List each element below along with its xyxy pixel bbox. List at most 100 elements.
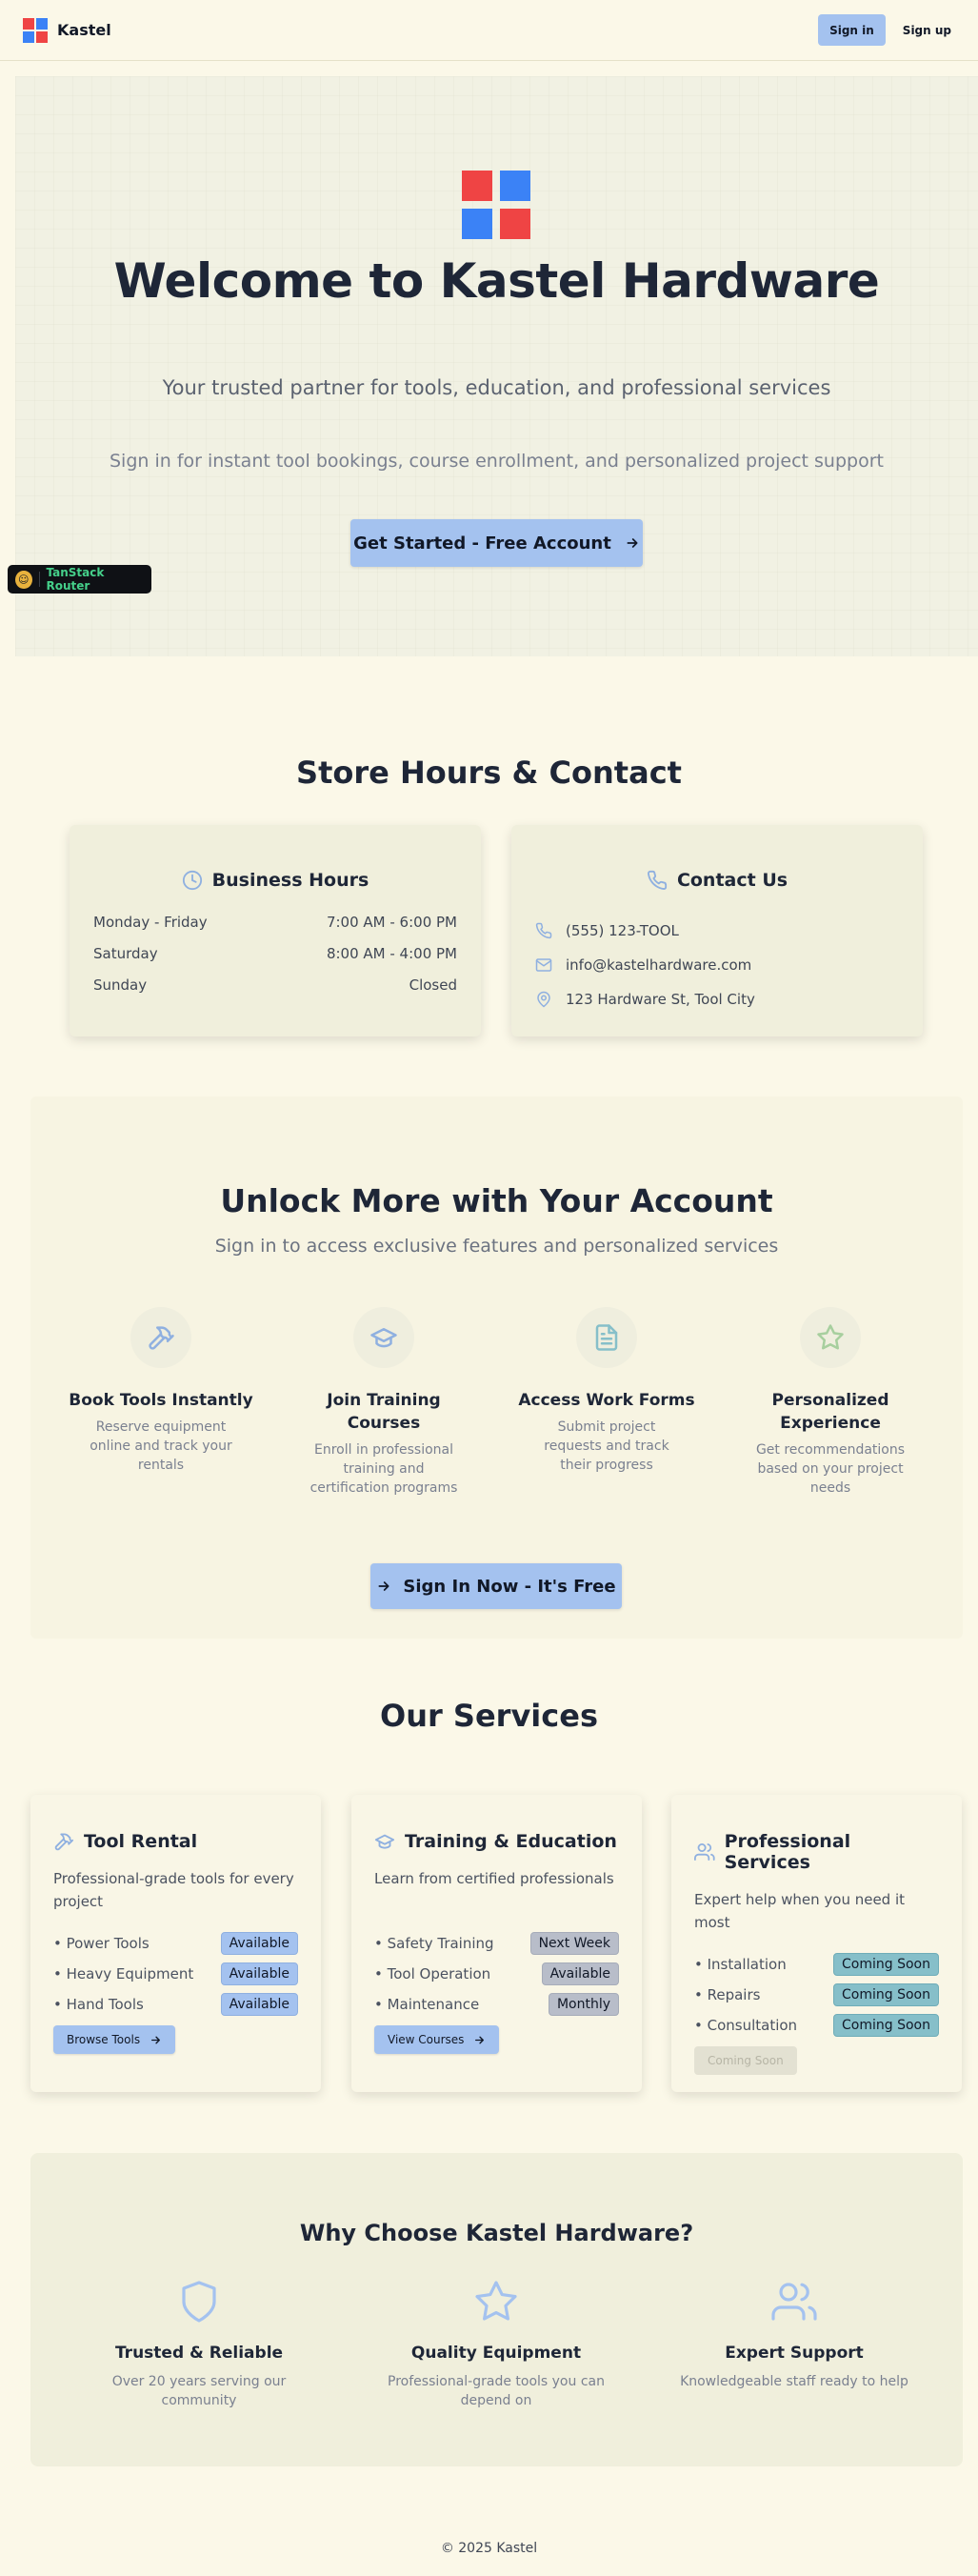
service-item-label: • Tool Operation	[374, 1965, 491, 1982]
service-item: • Safety Training Next Week	[374, 1928, 619, 1959]
phone-icon	[647, 870, 668, 890]
arrow-right-icon	[378, 1581, 389, 1591]
hours-day: Saturday	[93, 945, 158, 962]
feature-personalized: Personalized Experience Get recommendati…	[735, 1307, 926, 1498]
feature-title: Book Tools Instantly	[69, 1391, 253, 1410]
feature-icon-circle	[353, 1307, 414, 1368]
business-hours-card: Business Hours Monday - Friday 7:00 AM -…	[70, 825, 481, 1036]
graduation-cap-icon	[374, 1834, 395, 1849]
service-header: Training & Education	[374, 1831, 619, 1852]
why-item-trusted: Trusted & Reliable Over 20 years serving…	[56, 2279, 342, 2410]
sign-in-now-label: Sign In Now - It's Free	[403, 1576, 616, 1597]
hours-time: 8:00 AM - 4:00 PM	[326, 945, 457, 962]
contact-email-row[interactable]: info@kastelhardware.com	[535, 948, 899, 982]
why-item-title: Expert Support	[725, 2344, 864, 2363]
feature-title: Join Training Courses	[327, 1391, 441, 1433]
sign-up-button[interactable]: Sign up	[899, 24, 955, 37]
kastel-logo-icon	[23, 17, 48, 43]
hero-section: Welcome to Kastel Hardware Your trusted …	[15, 76, 978, 656]
service-item-label: • Consultation	[694, 2017, 798, 2034]
hours-day: Monday - Friday	[93, 914, 208, 931]
service-item-label: • Maintenance	[374, 1996, 480, 2013]
service-item: • Installation Coming Soon	[694, 1949, 939, 1980]
service-item-label: • Safety Training	[374, 1935, 494, 1952]
status-badge: Available	[220, 1962, 298, 1985]
status-badge: Available	[541, 1962, 619, 1985]
service-item-label: • Repairs	[694, 1986, 761, 2003]
footer-copyright: © 2025 Kastel	[440, 2541, 538, 2556]
status-badge: Coming Soon	[833, 2014, 939, 2037]
feature-book-tools: Book Tools Instantly Reserve equipment o…	[66, 1307, 256, 1475]
feature-work-forms: Access Work Forms Submit project request…	[511, 1307, 702, 1475]
service-title: Training & Education	[405, 1831, 617, 1852]
site-header: Kastel Sign in Sign up	[0, 0, 978, 61]
feature-description: Submit project requests and track their …	[544, 1419, 669, 1473]
why-item-description: Over 20 years serving our community	[111, 2374, 287, 2408]
service-card-tool-rental: Tool Rental Professional-grade tools for…	[30, 1795, 321, 2092]
star-icon	[475, 2281, 517, 2321]
hero-subtitle: Your trusted partner for tools, educatio…	[162, 376, 831, 399]
brand[interactable]: Kastel	[23, 17, 111, 43]
sign-in-button[interactable]: Sign in	[818, 14, 886, 46]
service-item: • Maintenance Monthly	[374, 1989, 619, 2020]
brand-name: Kastel	[57, 21, 111, 39]
get-started-button[interactable]: Get Started - Free Account	[350, 519, 643, 567]
clock-icon	[182, 870, 202, 891]
service-item: • Tool Operation Available	[374, 1959, 619, 1989]
store-hours-title: Store Hours & Contact	[296, 755, 682, 791]
hours-time: Closed	[409, 976, 457, 994]
status-badge: Monthly	[548, 1993, 619, 2016]
status-badge: Coming Soon	[833, 1953, 939, 1976]
view-courses-button[interactable]: View Courses	[374, 2025, 500, 2054]
phone-icon	[535, 922, 552, 939]
business-hours-title: Business Hours	[211, 870, 369, 891]
arrow-right-icon	[627, 538, 638, 548]
sign-in-now-button[interactable]: Sign In Now - It's Free	[370, 1563, 622, 1609]
feature-title: Access Work Forms	[518, 1391, 695, 1410]
status-badge: Coming Soon	[833, 1983, 939, 2006]
feature-icon-circle	[800, 1307, 861, 1368]
tanstack-router-devtools-button[interactable]: ☺ TanStack Router	[8, 565, 151, 594]
browse-tools-button[interactable]: Browse Tools	[53, 2025, 176, 2054]
contact-address-row: 123 Hardware St, Tool City	[535, 982, 899, 1016]
users-icon	[771, 2283, 817, 2321]
arrow-right-icon	[151, 2036, 161, 2043]
service-item-label: • Installation	[694, 1956, 787, 1973]
why-item-title: Quality Equipment	[410, 2344, 582, 2363]
browse-tools-label: Browse Tools	[67, 2033, 141, 2046]
service-item: • Consultation Coming Soon	[694, 2010, 939, 2041]
contact-phone: (555) 123-TOOL	[566, 922, 679, 939]
unlock-subtitle: Sign in to access exclusive features and…	[214, 1236, 779, 1257]
hours-day: Sunday	[93, 976, 148, 994]
hammer-icon	[149, 1326, 174, 1350]
kastel-logo-icon	[462, 171, 530, 239]
contact-card: Contact Us (555) 123-TOOL info@kastelhar…	[511, 825, 923, 1036]
service-item: • Repairs Coming Soon	[694, 1980, 939, 2010]
service-title: Tool Rental	[84, 1831, 198, 1852]
service-description: Learn from certified professionals	[374, 1870, 614, 1887]
why-item-title: Trusted & Reliable	[114, 2344, 284, 2363]
contact-phone-row[interactable]: (555) 123-TOOL	[535, 914, 899, 948]
tanstack-router-label: TanStack Router	[46, 566, 105, 593]
why-choose-section: Why Choose Kastel Hardware? Trusted & Re…	[30, 2153, 963, 2466]
why-item-support: Expert Support Knowledgeable staff ready…	[651, 2279, 937, 2391]
header-actions: Sign in Sign up	[818, 14, 955, 46]
feature-description: Reserve equipment online and track your …	[90, 1419, 232, 1473]
why-choose-title: Why Choose Kastel Hardware?	[299, 2220, 694, 2246]
hours-row: Sunday Closed	[93, 976, 457, 1008]
contact-address: 123 Hardware St, Tool City	[566, 991, 755, 1008]
graduation-cap-icon	[370, 1328, 397, 1348]
status-badge: Available	[220, 1932, 298, 1955]
service-item-label: • Hand Tools	[53, 1996, 144, 2013]
star-icon	[817, 1324, 844, 1350]
why-item-description: Knowledgeable staff ready to help	[680, 2374, 908, 2389]
hours-row: Saturday 8:00 AM - 4:00 PM	[93, 945, 457, 976]
map-pin-icon	[537, 991, 550, 1008]
business-hours-header: Business Hours	[93, 870, 457, 891]
hero-subtitle-secondary: Sign in for instant tool bookings, cours…	[110, 451, 884, 472]
service-card-training: Training & Education Learn from certifie…	[351, 1795, 642, 2092]
status-badge: Available	[220, 1993, 298, 2016]
services-title: Our Services	[380, 1698, 598, 1734]
document-icon	[595, 1324, 618, 1351]
service-title: Professional Services	[724, 1831, 851, 1873]
